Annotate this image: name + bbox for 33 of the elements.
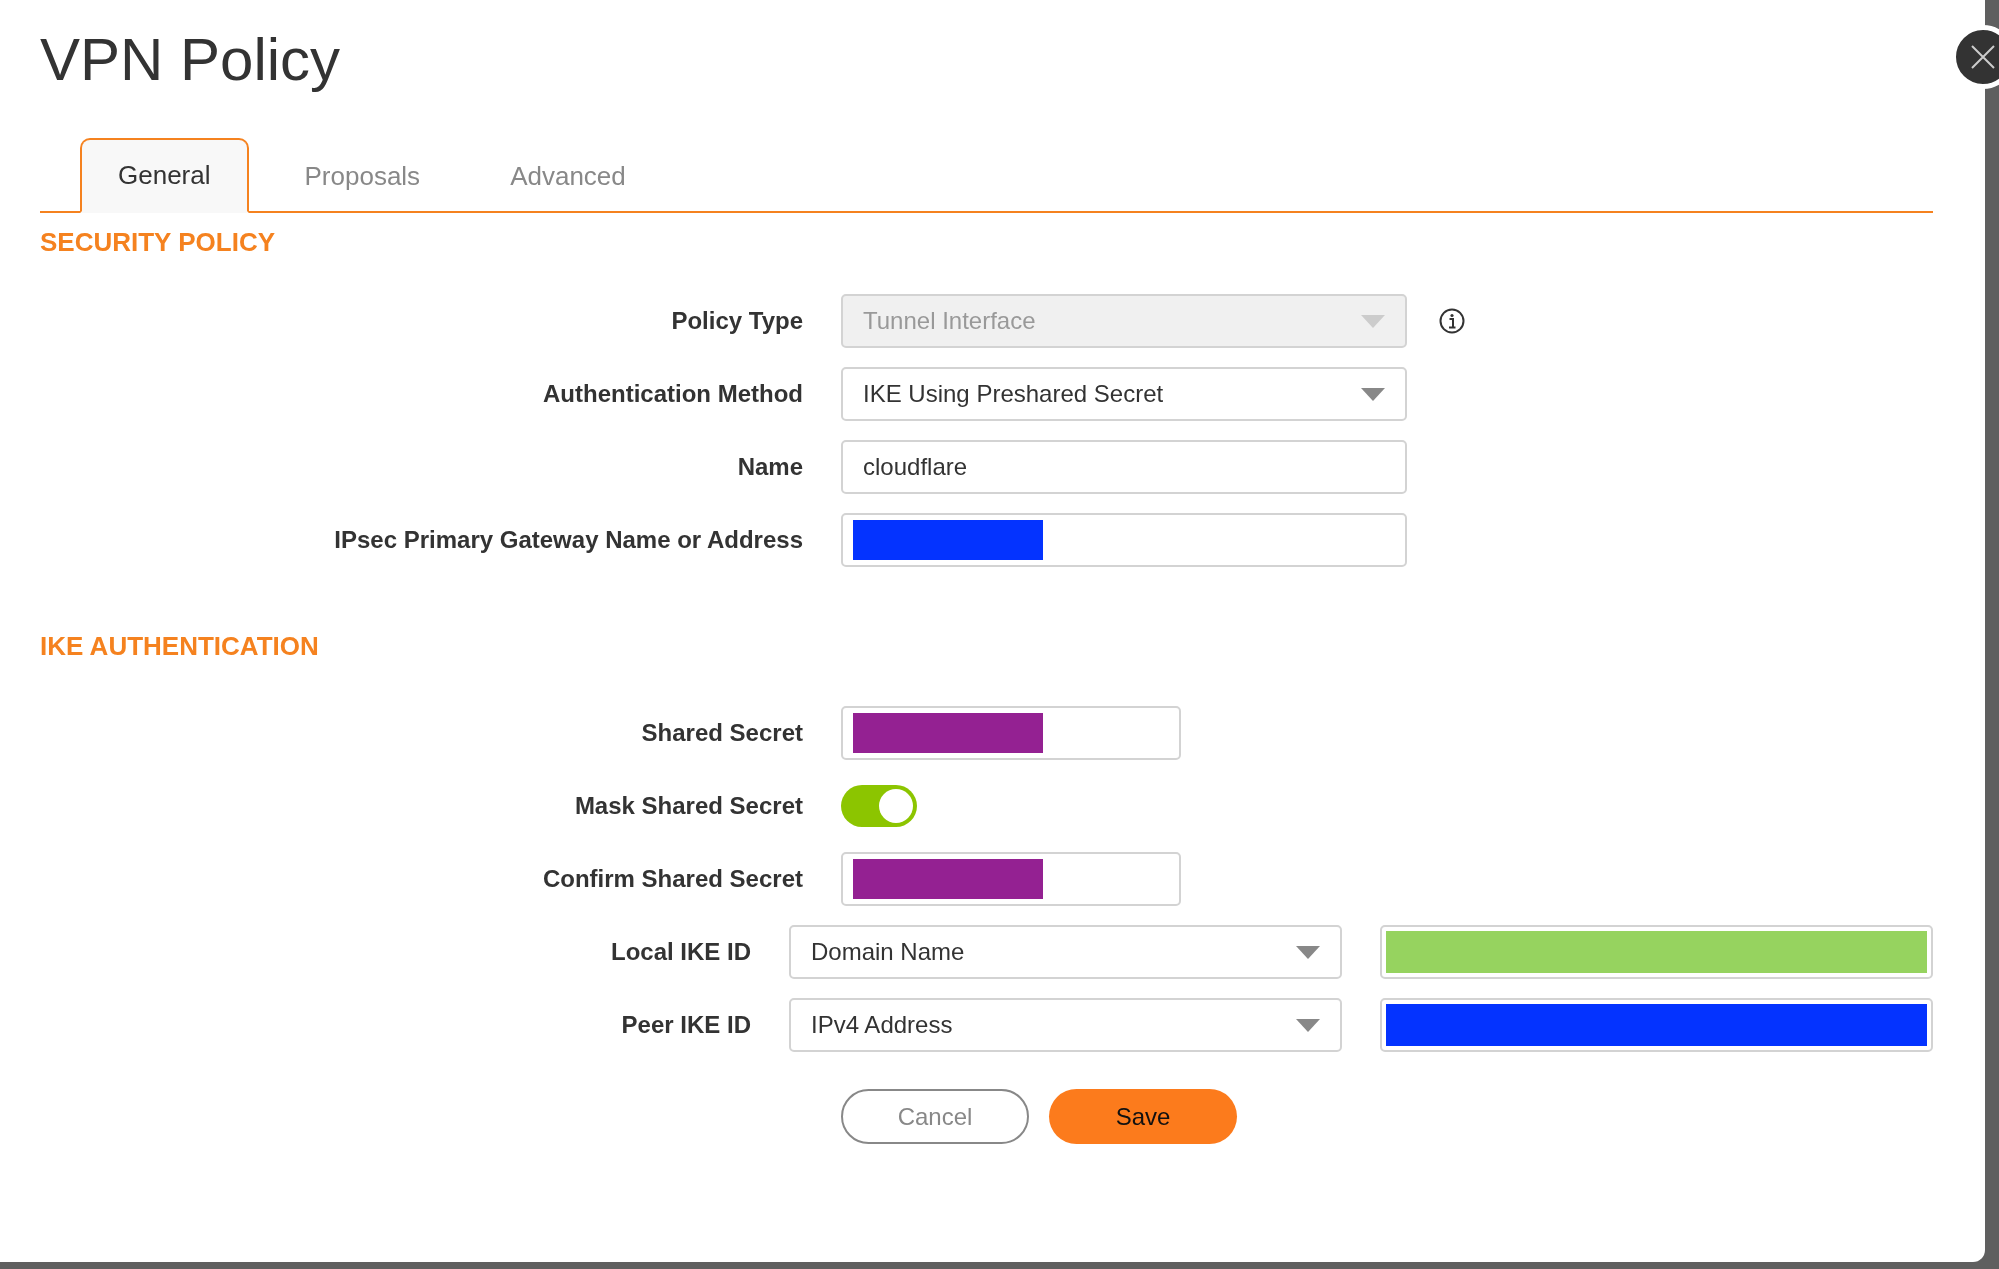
dropdown[interactable]: Domain Name xyxy=(789,925,1342,979)
section-heading: IKE AUTHENTICATION xyxy=(40,631,320,662)
field-label: Mask Shared Secret xyxy=(573,792,803,820)
toggle-switch[interactable] xyxy=(841,785,917,827)
info-icon[interactable] xyxy=(1439,308,1465,334)
dropdown[interactable]: IKE Using Preshared Secret xyxy=(841,367,1407,421)
caret-icon xyxy=(1361,314,1385,328)
input-field[interactable] xyxy=(841,852,1181,906)
cancel-button[interactable]: Cancel xyxy=(841,1089,1029,1144)
field-label: Authentication Method xyxy=(542,380,803,408)
caret-icon xyxy=(1296,1018,1320,1032)
input-field[interactable] xyxy=(841,706,1181,760)
field-label: Confirm Shared Secret xyxy=(541,865,803,893)
tab[interactable]: Advanced xyxy=(472,138,664,213)
caret-icon xyxy=(1361,387,1385,401)
input-field[interactable] xyxy=(841,513,1407,567)
input-field[interactable] xyxy=(1380,925,1933,979)
field-label: Shared Secret xyxy=(640,719,803,747)
save-button[interactable]: Save xyxy=(1049,1089,1237,1144)
field-label: Name xyxy=(736,453,803,481)
caret-icon xyxy=(1296,945,1320,959)
input-field[interactable]: cloudflare xyxy=(841,440,1407,494)
dialog-title: VPN Policy xyxy=(40,25,342,95)
section-heading: SECURITY POLICY xyxy=(40,227,276,258)
field-label: IPsec Primary Gateway Name or Address xyxy=(333,526,803,554)
tab[interactable]: Proposals xyxy=(266,138,459,213)
dropdown[interactable]: IPv4 Address xyxy=(789,998,1342,1052)
field-label: Local IKE ID xyxy=(609,938,751,966)
close-icon xyxy=(1970,44,1996,70)
input-field[interactable] xyxy=(1380,998,1933,1052)
field-label: Policy Type xyxy=(670,307,803,335)
field-label: Peer IKE ID xyxy=(620,1011,751,1039)
tab[interactable]: General xyxy=(80,138,249,213)
